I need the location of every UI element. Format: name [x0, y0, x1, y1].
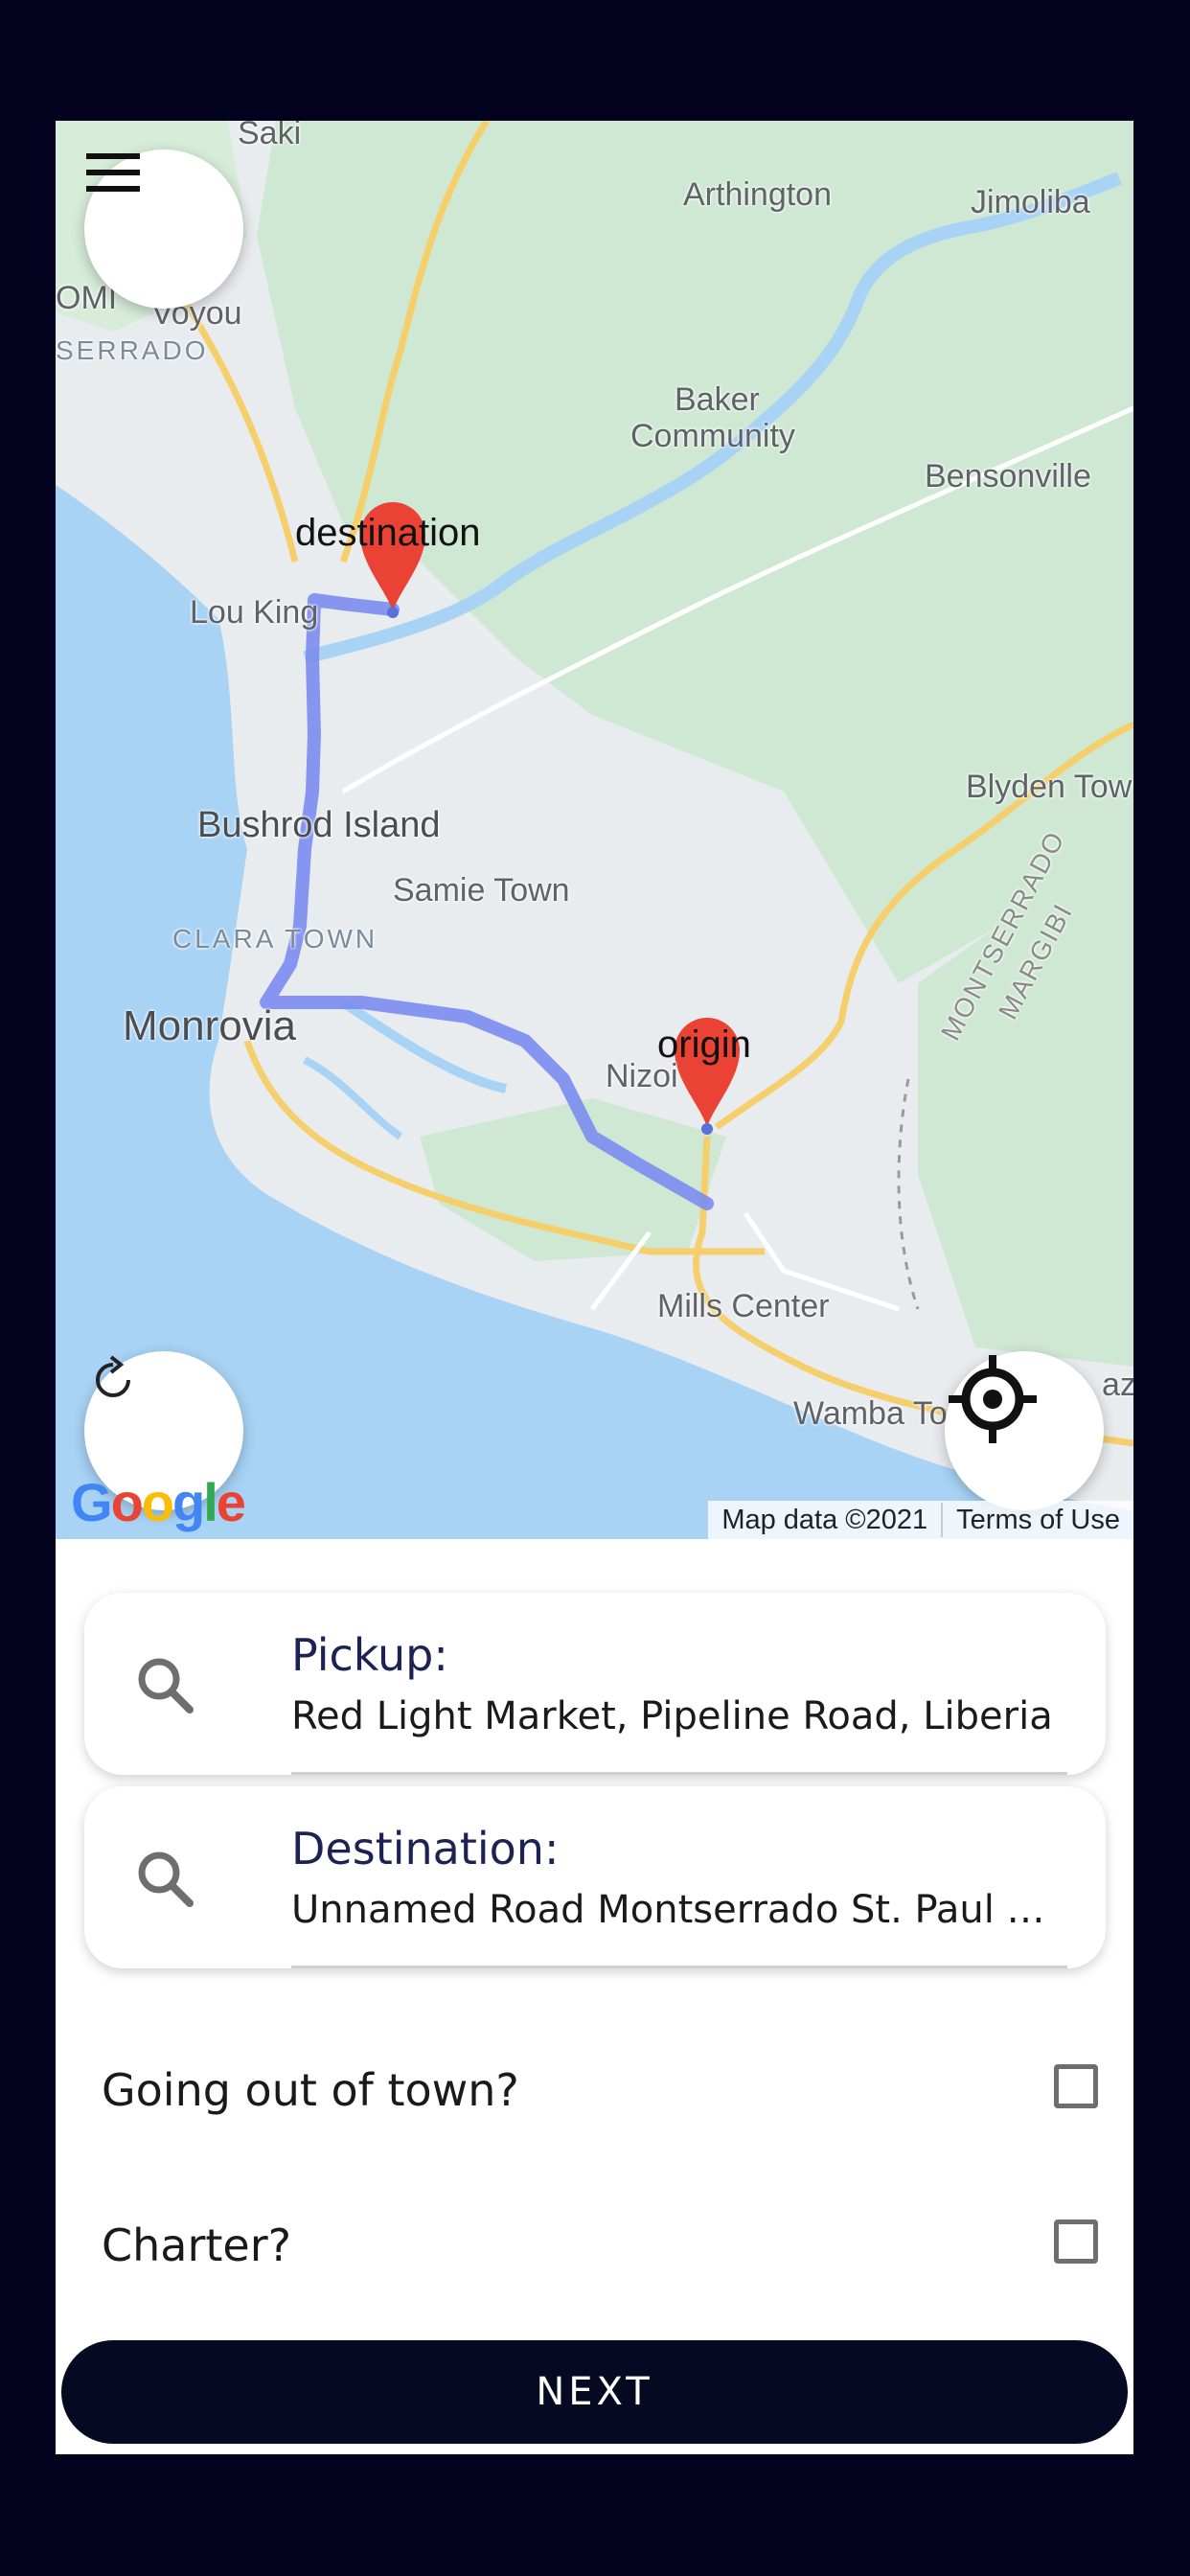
app-screen: Saki Arthington Jimoliba OMI Voyou SERRA…	[56, 121, 1133, 2454]
map-label-clara-town: CLARA TOWN	[172, 924, 378, 954]
menu-button[interactable]	[84, 150, 243, 309]
destination-marker-label: destination	[295, 512, 481, 554]
charter-option[interactable]: Charter?	[102, 2210, 1098, 2287]
menu-icon	[86, 153, 140, 192]
map-view[interactable]: Saki Arthington Jimoliba OMI Voyou SERRA…	[56, 121, 1133, 1539]
pickup-field[interactable]: Pickup: Red Light Market, Pipeline Road,…	[84, 1593, 1106, 1775]
map-label-mills-center: Mills Center	[657, 1288, 830, 1324]
refresh-icon	[96, 1355, 130, 1397]
map-label-baker: Baker	[675, 381, 760, 418]
map-label-saki: Saki	[238, 121, 302, 151]
map-label-jimoliba: Jimoliba	[971, 184, 1090, 220]
map-label-serrado: SERRADO	[56, 335, 209, 365]
map-attribution: Map data ©2021 Terms of Use	[708, 1501, 1133, 1539]
destination-value: Unnamed Road Montserrado St. Paul Ri...	[291, 1888, 1058, 1932]
map-label-bushrod-island: Bushrod Island	[197, 805, 441, 845]
pickup-value: Red Light Market, Pipeline Road, Liberia	[291, 1694, 1053, 1738]
pickup-label: Pickup:	[291, 1629, 448, 1681]
map-label-arthington: Arthington	[683, 176, 832, 213]
out-of-town-checkbox[interactable]	[1054, 2064, 1098, 2108]
origin-marker-label: origin	[657, 1024, 751, 1066]
map-label-lou-king: Lou King	[190, 594, 319, 631]
map-label-bensonville: Bensonville	[925, 458, 1091, 494]
map-label-wamba: Wamba To	[793, 1395, 948, 1432]
crosshair-icon	[949, 1355, 1037, 1443]
search-icon	[138, 1658, 194, 1714]
map-label-community: Community	[630, 418, 795, 454]
google-logo: Google	[71, 1472, 246, 1532]
destination-field[interactable]: Destination: Unnamed Road Montserrado St…	[84, 1786, 1106, 1968]
out-of-town-label: Going out of town?	[102, 2064, 519, 2116]
locate-button[interactable]	[945, 1351, 1104, 1510]
pickup-underline	[291, 1772, 1067, 1775]
map-data-text: Map data ©2021	[721, 1504, 928, 1535]
out-of-town-option[interactable]: Going out of town?	[102, 2055, 1098, 2131]
search-icon	[138, 1852, 194, 1907]
next-button[interactable]: NEXT	[61, 2340, 1128, 2444]
destination-underline	[291, 1966, 1067, 1968]
terms-of-use-link[interactable]: Terms of Use	[943, 1505, 1133, 1536]
map-label-monrovia: Monrovia	[123, 1002, 296, 1049]
map-label-az: az	[1102, 1367, 1133, 1403]
charter-checkbox[interactable]	[1054, 2220, 1098, 2264]
map-label-blyden-town: Blyden Tow	[966, 769, 1133, 805]
destination-label: Destination:	[291, 1823, 560, 1874]
charter-label: Charter?	[102, 2220, 292, 2271]
map-label-samie-town: Samie Town	[393, 872, 570, 908]
